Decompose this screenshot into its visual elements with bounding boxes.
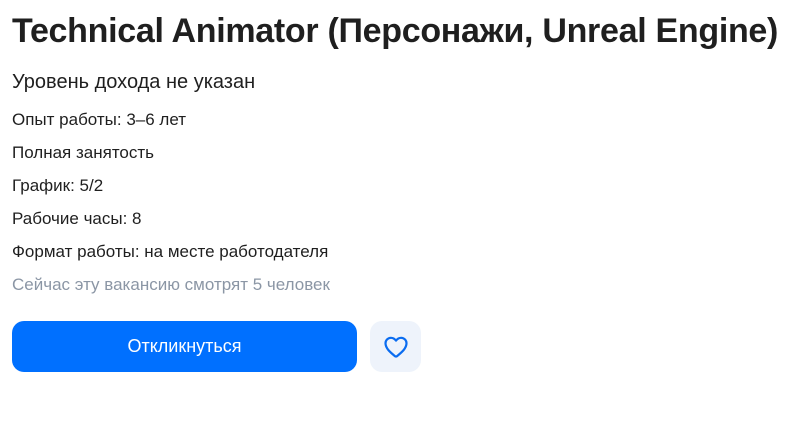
respond-button[interactable]: Откликнуться xyxy=(12,321,357,372)
salary-info: Уровень дохода не указан xyxy=(12,71,256,93)
favorite-button[interactable] xyxy=(370,321,421,372)
vacancy-actions: Откликнуться xyxy=(12,321,782,372)
schedule-info: График: 5/2 xyxy=(12,176,104,195)
working-hours: Рабочие часы: 8 xyxy=(12,209,142,228)
heart-icon xyxy=(383,335,409,359)
employment-type: Полная занятость xyxy=(12,143,155,162)
vacancy-card: Technical Animator (Персонажи, Unreal En… xyxy=(12,10,782,372)
vacancy-title: Technical Animator (Персонажи, Unreal En… xyxy=(12,12,779,50)
viewers-count: Сейчас эту вакансию смотрят 5 человек xyxy=(12,275,330,294)
vacancy-details: Опыт работы: 3–6 лет Полная занятость Гр… xyxy=(12,103,782,301)
work-format: Формат работы: на месте работодателя xyxy=(12,242,329,261)
experience-info: Опыт работы: 3–6 лет xyxy=(12,110,187,129)
